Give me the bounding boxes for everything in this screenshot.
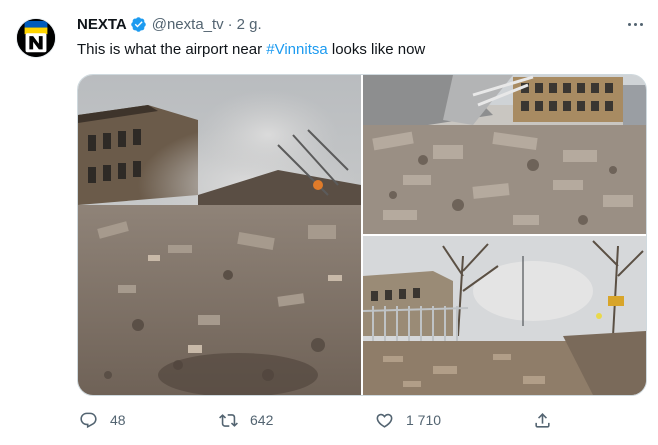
- avatar[interactable]: [16, 18, 56, 58]
- tweet-header: NEXTA @nexta_tv · 2 g.: [77, 13, 262, 35]
- author-handle[interactable]: @nexta_tv: [152, 16, 224, 33]
- separator-dot: ·: [227, 15, 233, 33]
- author-name[interactable]: NEXTA: [77, 16, 127, 33]
- tweet-text-after: looks like now: [327, 41, 426, 58]
- more-dot-icon: [633, 22, 637, 26]
- nexta-logo-icon: [17, 19, 55, 57]
- media-grid: [77, 74, 647, 396]
- tweet-actions: 48 642 1 710: [77, 406, 647, 434]
- more-dot-icon: [627, 22, 631, 26]
- reply-button[interactable]: 48: [79, 406, 126, 434]
- like-icon: [376, 413, 393, 428]
- verified-badge-icon: [130, 16, 146, 32]
- retweet-icon: [219, 413, 238, 427]
- more-dot-icon: [639, 22, 643, 26]
- reply-count: 48: [110, 412, 126, 428]
- photo-damaged-fence-trees[interactable]: [363, 236, 646, 395]
- photo-airport-ruins-smoke[interactable]: [78, 75, 361, 395]
- retweet-button[interactable]: 642: [219, 406, 273, 434]
- like-count: 1 710: [406, 412, 442, 428]
- share-icon: [535, 412, 550, 428]
- photo-collapsed-terminal-rubble[interactable]: [363, 75, 646, 234]
- tweet-text: This is what the airport near #Vinnitsa …: [77, 40, 425, 60]
- tweet-card[interactable]: NEXTA @nexta_tv · 2 g. This is what the …: [0, 0, 658, 445]
- tweet-text-before: This is what the airport near: [77, 41, 267, 58]
- tweet-time[interactable]: 2 g.: [237, 16, 262, 33]
- hashtag-link[interactable]: #Vinnitsa: [266, 41, 327, 58]
- like-button[interactable]: 1 710: [375, 406, 441, 434]
- more-options-button[interactable]: [624, 16, 646, 32]
- retweet-count: 642: [250, 412, 274, 428]
- reply-icon: [80, 412, 97, 428]
- share-button[interactable]: [533, 406, 552, 434]
